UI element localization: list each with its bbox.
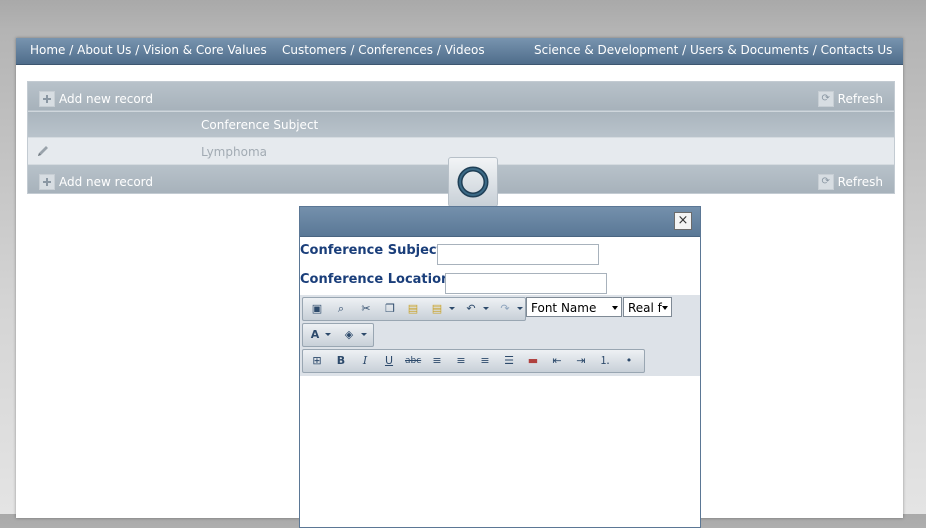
bold-icon[interactable]: B bbox=[333, 353, 349, 369]
edit-pencil-icon[interactable] bbox=[36, 144, 50, 158]
foreground-dropdown-arrow-icon[interactable] bbox=[325, 333, 331, 336]
ordered-list-icon[interactable]: ⒈ bbox=[597, 353, 613, 369]
italic-icon[interactable]: I bbox=[357, 353, 373, 369]
chevron-down-icon bbox=[612, 306, 618, 310]
find-replace-icon[interactable]: ⌕ bbox=[333, 301, 349, 317]
conference-location-label: Conference Location: bbox=[300, 272, 456, 287]
outdent-icon[interactable]: ⇤ bbox=[549, 353, 565, 369]
refresh-label: Refresh bbox=[837, 174, 883, 189]
font-size-value: Real f⁠ bbox=[628, 301, 662, 315]
dialog-title-bar[interactable]: × bbox=[300, 207, 700, 237]
nav-link-home[interactable]: Home / About Us / Vision & Core Values bbox=[30, 43, 267, 57]
cell-conference-subject: Lymphoma bbox=[201, 145, 267, 159]
close-button[interactable]: × bbox=[674, 212, 692, 230]
rich-text-content-area[interactable] bbox=[300, 376, 700, 527]
toolbar-group-2: A ◈ bbox=[302, 323, 374, 347]
plus-icon bbox=[39, 173, 55, 190]
chevron-down-icon bbox=[662, 306, 668, 310]
background-color-icon[interactable]: ◈ bbox=[341, 327, 357, 343]
select-all-icon[interactable]: ⊞ bbox=[309, 353, 325, 369]
add-new-record-label: Add new record bbox=[59, 174, 153, 189]
refresh-label: Refresh bbox=[837, 91, 883, 106]
redo-dropdown-arrow-icon[interactable] bbox=[517, 307, 523, 310]
page-container: Home / About Us / Vision & Core Values C… bbox=[16, 38, 903, 528]
loading-spinner-icon bbox=[457, 166, 489, 198]
conference-location-input[interactable] bbox=[445, 273, 607, 294]
refresh-icon: ⟳ bbox=[817, 90, 834, 107]
toolbar-group-3: ⊞ B I U abc ≡ ≡ ≡ ☰ ▬ ⇤ ⇥ ⒈ • bbox=[302, 349, 645, 373]
font-name-value: Font Name bbox=[531, 301, 597, 315]
grid-command-bar-top: Add new record ⟳ Refresh bbox=[28, 82, 894, 110]
add-new-record-button[interactable]: Add new record bbox=[39, 88, 153, 107]
plus-icon bbox=[39, 90, 55, 107]
nav-link-customers[interactable]: Customers / Conferences / Videos bbox=[282, 43, 485, 57]
paste-options-icon[interactable]: ▤ bbox=[429, 301, 445, 317]
justify-icon[interactable]: ☰ bbox=[501, 353, 517, 369]
font-size-select[interactable]: Real f⁠ bbox=[623, 297, 672, 317]
cut-icon[interactable]: ✂ bbox=[358, 301, 374, 317]
strikethrough-icon[interactable]: abc bbox=[405, 353, 421, 369]
undo-dropdown-arrow-icon[interactable] bbox=[483, 307, 489, 310]
loading-indicator bbox=[448, 157, 498, 207]
toolbar-group-1: ▣ ⌕ ✂ ❐ ▤ ▤ ↶ ↷ bbox=[302, 297, 526, 321]
align-left-icon[interactable]: ≡ bbox=[429, 353, 445, 369]
foreground-color-icon[interactable]: A bbox=[307, 327, 323, 343]
underline-icon[interactable]: U bbox=[381, 353, 397, 369]
horizontal-rule-icon[interactable]: ▬ bbox=[525, 353, 541, 369]
conference-subject-input[interactable] bbox=[437, 244, 599, 265]
grid-header-row: Conference Subject bbox=[28, 111, 894, 137]
save-icon[interactable]: ▣ bbox=[309, 301, 325, 317]
copy-icon[interactable]: ❐ bbox=[382, 301, 398, 317]
align-center-icon[interactable]: ≡ bbox=[453, 353, 469, 369]
top-navigation: Home / About Us / Vision & Core Values C… bbox=[16, 38, 903, 65]
nav-link-science[interactable]: Science & Development / Users & Document… bbox=[534, 43, 892, 57]
refresh-button[interactable]: ⟳ Refresh bbox=[817, 88, 883, 107]
background-dropdown-arrow-icon[interactable] bbox=[361, 333, 367, 336]
rich-text-editor-toolbar: ▣ ⌕ ✂ ❐ ▤ ▤ ↶ ↷ Font Name Real f⁠ A bbox=[300, 295, 700, 376]
edit-form-dialog: × Conference Subject: Conference Locatio… bbox=[299, 206, 701, 528]
conference-subject-label: Conference Subject: bbox=[300, 243, 449, 258]
unordered-list-icon[interactable]: • bbox=[621, 353, 637, 369]
add-new-record-label: Add new record bbox=[59, 91, 153, 106]
add-new-record-button-bottom[interactable]: Add new record bbox=[39, 171, 153, 190]
paste-icon[interactable]: ▤ bbox=[405, 301, 421, 317]
undo-icon[interactable]: ↶ bbox=[463, 301, 479, 317]
refresh-button-bottom[interactable]: ⟳ Refresh bbox=[817, 171, 883, 190]
redo-icon[interactable]: ↷ bbox=[497, 301, 513, 317]
align-right-icon[interactable]: ≡ bbox=[477, 353, 493, 369]
conference-grid: Add new record ⟳ Refresh Conference Subje… bbox=[27, 81, 895, 207]
column-header-conference-subject[interactable]: Conference Subject bbox=[201, 118, 318, 132]
paste-dropdown-arrow-icon[interactable] bbox=[449, 307, 455, 310]
refresh-icon: ⟳ bbox=[817, 173, 834, 190]
indent-icon[interactable]: ⇥ bbox=[573, 353, 589, 369]
font-name-select[interactable]: Font Name bbox=[526, 297, 622, 317]
